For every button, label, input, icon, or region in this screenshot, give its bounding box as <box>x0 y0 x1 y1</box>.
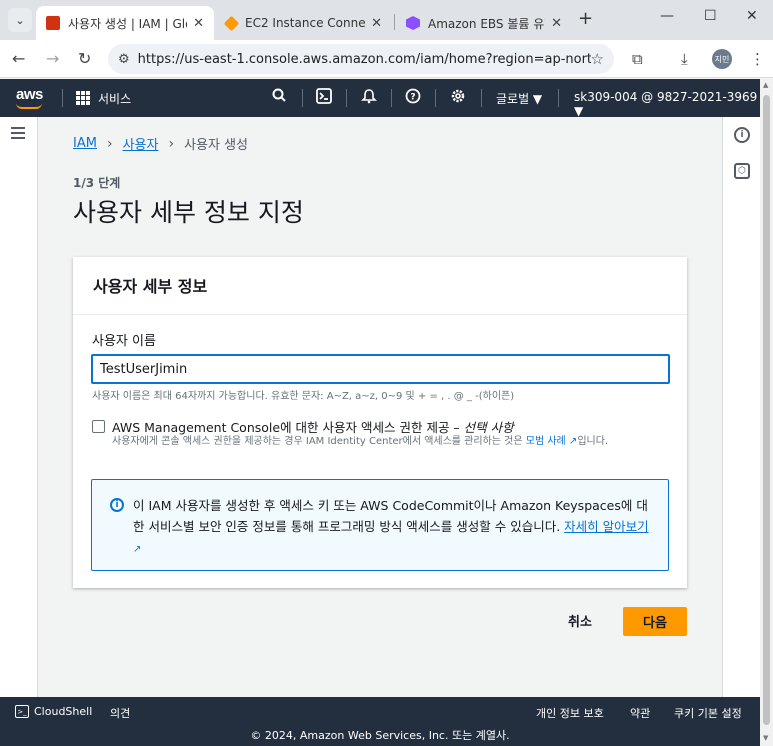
footer: >_ CloudShell 의견 개인 정보 보호 약관 쿠키 기본 설정 © … <box>0 697 760 746</box>
forward-arrow-icon[interactable]: → <box>46 49 59 68</box>
username-label: 사용자 이름 <box>92 334 156 349</box>
nav-divider <box>435 89 436 107</box>
search-icon[interactable] <box>272 88 286 106</box>
aws-logo[interactable]: aws <box>16 86 43 109</box>
tab-search-button[interactable]: ⌄ <box>8 8 32 32</box>
left-navigation-rail <box>0 117 38 697</box>
nav-divider <box>481 89 482 107</box>
console-access-label-text: AWS Management Console에 대한 사용자 액세스 권한 제공… <box>112 420 464 435</box>
minimize-icon[interactable]: — <box>660 8 674 24</box>
browser-tab-iam[interactable]: 사용자 생성 | IAM | Glo ✕ <box>36 6 214 40</box>
best-practice-link[interactable]: 모범 사례 <box>526 436 566 447</box>
nav-divider <box>558 89 559 107</box>
scrollbar-thumb[interactable] <box>763 95 770 725</box>
breadcrumb-iam-link[interactable]: IAM <box>73 136 97 151</box>
username-input[interactable] <box>91 354 670 384</box>
info-panel-icon[interactable]: i <box>734 127 750 143</box>
new-tab-plus-icon[interactable]: + <box>578 8 593 29</box>
profile-avatar[interactable]: 지민 <box>712 49 732 69</box>
maximize-icon[interactable]: ☐ <box>704 8 717 24</box>
step-indicator: 1/3 단계 <box>73 176 121 190</box>
back-arrow-icon[interactable]: ← <box>12 49 25 68</box>
services-menu[interactable]: 서비스 <box>98 90 131 107</box>
optional-label: 선택 사항 <box>463 420 514 435</box>
external-link-icon: ↗ <box>133 544 142 555</box>
description-text: 사용자에게 콘솔 액세스 권한을 제공하는 경우 IAM Identity Ce… <box>112 436 526 447</box>
username-hint: 사용자 이름은 최대 64자까지 가능합니다. 유효한 문자: A~Z, a~z… <box>92 391 515 402</box>
bookmark-star-icon[interactable]: ☆ <box>591 50 604 68</box>
nav-divider <box>302 89 303 107</box>
breadcrumb-users-link[interactable]: 사용자 <box>123 134 159 153</box>
info-icon: i <box>110 498 124 512</box>
nav-divider <box>62 89 63 107</box>
browser-tab-ec2[interactable]: EC2 Instance Connect | ✕ <box>216 6 392 40</box>
feedback-link[interactable]: 의견 <box>110 705 130 721</box>
url-field[interactable]: ⚙ https://us-east-1.console.aws.amazon.c… <box>108 44 614 74</box>
download-icon[interactable]: ⤓ <box>681 50 688 68</box>
close-icon[interactable]: ✕ <box>371 16 382 31</box>
nav-divider <box>391 89 392 107</box>
user-details-card: 사용자 세부 정보 사용자 이름 사용자 이름은 최대 64자까지 가능합니다.… <box>73 257 687 588</box>
console-access-label[interactable]: AWS Management Console에 대한 사용자 액세스 권한 제공… <box>112 417 514 436</box>
tab-divider <box>394 14 395 30</box>
browser-tab-ebs[interactable]: Amazon EBS 볼륨 유형 ✕ <box>396 6 572 40</box>
extensions-icon[interactable]: ⧉ <box>632 50 643 68</box>
region-selector[interactable]: 글로벌 ▼ <box>496 90 542 107</box>
window-close-icon[interactable]: ✕ <box>746 8 758 24</box>
breadcrumb-current: 사용자 생성 <box>184 138 248 153</box>
info-alert: i 이 IAM 사용자를 생성한 후 액세스 키 또는 AWS CodeComm… <box>91 479 669 571</box>
close-icon[interactable]: ✕ <box>193 16 204 31</box>
gear-icon[interactable] <box>450 88 466 108</box>
tab-title: 사용자 생성 | IAM | Glo <box>68 16 188 31</box>
account-menu[interactable]: sk309-004 @ 9827-2021-3969 ▼ <box>574 90 760 118</box>
scroll-down-icon[interactable]: ▼ <box>763 734 768 742</box>
bell-icon[interactable] <box>361 88 377 108</box>
breadcrumb: IAM › 사용자 › 사용자 생성 <box>73 134 248 154</box>
console-access-description: 사용자에게 콘솔 액세스 권한을 제공하는 경우 IAM Identity Ce… <box>112 435 672 449</box>
svg-text:?: ? <box>410 93 415 103</box>
hexagon-icon[interactable]: ⬡ <box>734 163 750 179</box>
help-icon[interactable]: ? <box>405 88 421 108</box>
ebs-favicon-icon <box>406 16 420 30</box>
url-text: https://us-east-1.console.aws.amazon.com… <box>137 51 591 67</box>
cloudshell-link[interactable]: CloudShell <box>34 705 92 718</box>
services-grid-icon[interactable] <box>76 91 90 105</box>
aws-smile-icon <box>16 103 42 109</box>
cloudshell-icon[interactable]: >_ <box>15 705 29 718</box>
page-title: 사용자 세부 정보 지정 <box>73 198 304 227</box>
chevron-right-icon: › <box>106 135 113 152</box>
ec2-favicon-icon <box>223 15 240 31</box>
browser-menu-icon[interactable]: ⋮ <box>750 50 765 68</box>
nav-divider <box>346 89 347 107</box>
card-title: 사용자 세부 정보 <box>73 257 687 315</box>
cloudshell-icon[interactable] <box>316 88 332 108</box>
site-info-icon[interactable]: ⚙ <box>118 52 130 67</box>
learn-more-link[interactable]: 자세히 알아보기 <box>564 519 648 534</box>
next-button[interactable]: 다음 <box>623 607 687 636</box>
browser-address-bar: ← → ↻ ⚙ https://us-east-1.console.aws.am… <box>0 40 773 78</box>
browser-tab-bar: ⌄ 사용자 생성 | IAM | Glo ✕ EC2 Instance Conn… <box>0 0 773 40</box>
cookie-preferences-link[interactable]: 쿠키 기본 설정 <box>674 705 742 721</box>
privacy-link[interactable]: 개인 정보 보호 <box>536 705 604 721</box>
tab-title: Amazon EBS 볼륨 유형 <box>428 16 546 31</box>
description-text-end: 입니다. <box>577 436 609 447</box>
chevron-right-icon: › <box>168 135 175 152</box>
tab-title: EC2 Instance Connect | <box>245 16 366 30</box>
console-access-checkbox[interactable] <box>92 420 105 433</box>
menu-hamburger-icon[interactable] <box>11 127 25 142</box>
info-alert-text: 이 IAM 사용자를 생성한 후 액세스 키 또는 AWS CodeCommit… <box>133 495 653 560</box>
iam-favicon-icon <box>46 16 60 30</box>
right-tools-rail: i ⬡ <box>722 117 760 697</box>
cancel-button[interactable]: 취소 <box>560 609 600 632</box>
aws-top-nav: aws 서비스 ? 글로벌 ▼ sk309-004 @ 9827-2021-39… <box>0 79 760 118</box>
page-scrollbar[interactable]: ▲ ▼ <box>760 79 773 746</box>
scroll-up-icon[interactable]: ▲ <box>763 81 768 89</box>
reload-icon[interactable]: ↻ <box>78 49 91 68</box>
terms-link[interactable]: 약관 <box>630 705 650 721</box>
copyright-text: © 2024, Amazon Web Services, Inc. 또는 계열사… <box>250 729 510 742</box>
close-icon[interactable]: ✕ <box>551 16 562 31</box>
